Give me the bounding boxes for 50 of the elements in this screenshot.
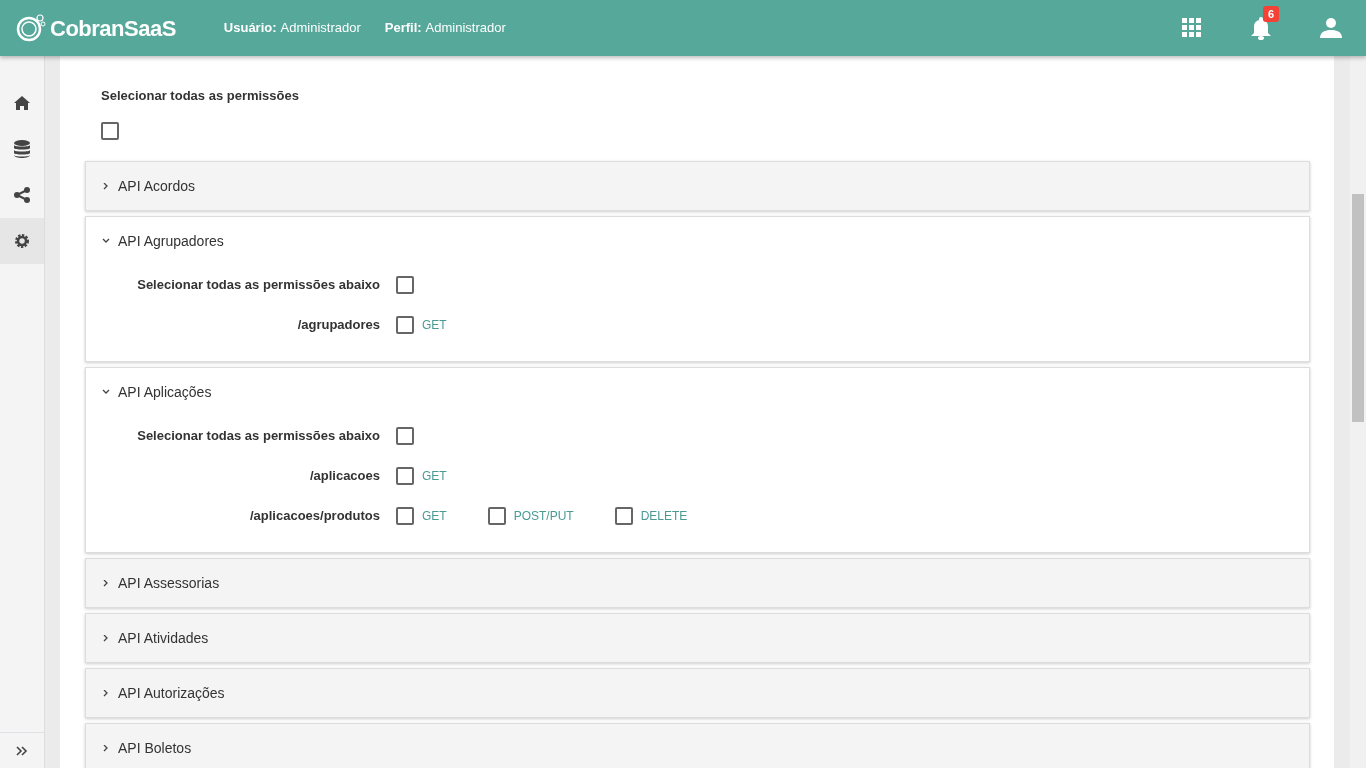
user-info-label: Usuário: <box>223 19 277 38</box>
user-avatar-icon[interactable] <box>1320 18 1342 38</box>
share-icon <box>14 187 30 203</box>
sidebar-item[interactable] <box>0 218 44 264</box>
chevron-icon <box>102 182 110 190</box>
checkbox[interactable] <box>614 507 633 525</box>
user-info-value: Administrador <box>280 19 361 38</box>
notification-bell-icon[interactable] <box>1250 16 1272 40</box>
apps-grid-icon[interactable] <box>1182 18 1202 38</box>
method-label: GET <box>422 317 447 334</box>
accordion-header[interactable]: API Boletos <box>86 724 1309 768</box>
select-all-label: Selecionar todas as permissões abaixo <box>136 276 380 295</box>
settings-icon <box>14 233 30 249</box>
chevron-icon <box>102 579 110 587</box>
select-all-label: Selecionar todas as permissões abaixo <box>136 427 380 446</box>
checkbox[interactable] <box>487 507 506 525</box>
accordion-header[interactable]: API Atividades <box>86 614 1309 662</box>
select-all-checkbox[interactable] <box>396 276 414 294</box>
route-path: /aplicacoes <box>308 467 380 486</box>
scrollbar[interactable] <box>1350 56 1366 768</box>
logo-icon <box>16 13 46 43</box>
chevron-icon <box>102 689 110 697</box>
route-path: /agrupadores <box>296 316 380 335</box>
home-icon <box>14 96 30 110</box>
select-all-checkbox[interactable] <box>101 121 119 140</box>
select-all-label: Selecionar todas as permissões <box>101 87 300 105</box>
user-info-label: Perfil: <box>384 19 422 38</box>
route-path: /aplicacoes/produtos <box>248 507 380 526</box>
checkbox[interactable] <box>396 507 414 525</box>
chevron-icon <box>102 388 110 396</box>
chevron-icon <box>102 634 110 642</box>
checkbox[interactable] <box>396 467 414 485</box>
notification-count-badge: 6 <box>1263 6 1280 22</box>
chevron-icon <box>102 744 110 752</box>
accordion-header[interactable]: API Acordos <box>86 162 1309 210</box>
method-label: GET <box>422 468 447 485</box>
select-all-checkbox[interactable] <box>396 427 414 445</box>
accordion-header[interactable]: API Autorizações <box>86 669 1309 717</box>
chevron-icon <box>102 237 110 245</box>
accordion-header[interactable]: API Assessorias <box>86 559 1309 607</box>
checkbox[interactable] <box>396 316 414 334</box>
method-label: DELETE <box>640 508 688 525</box>
method-label: GET <box>422 508 447 525</box>
database-icon <box>14 140 30 158</box>
method-label: POST/PUT <box>513 508 574 525</box>
brand-name: CobranSaaS <box>50 14 176 43</box>
expand-sidebar-icon[interactable] <box>16 746 28 757</box>
accordion-header[interactable]: API Agrupadores <box>86 217 1309 265</box>
user-info-value: Administrador <box>425 19 506 38</box>
accordion-header[interactable]: API Aplicações <box>86 368 1309 416</box>
